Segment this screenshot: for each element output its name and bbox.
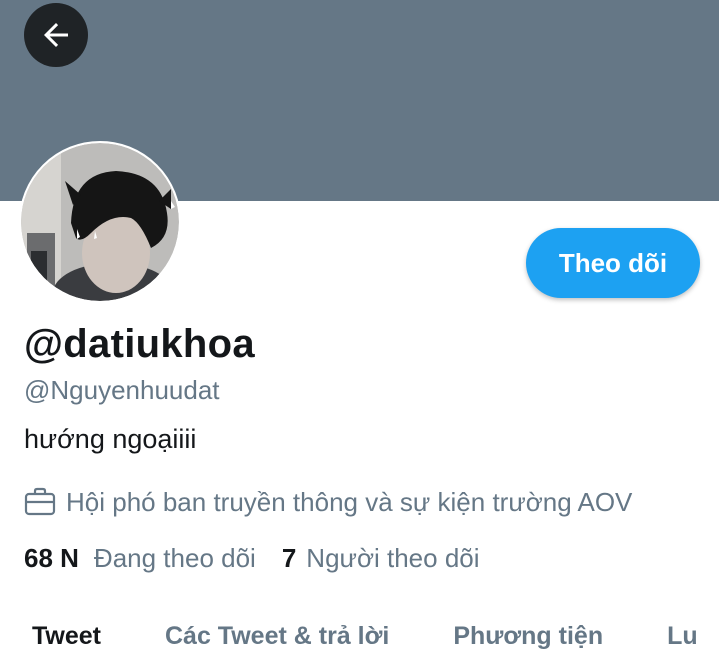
following-label[interactable]: Đang theo dõi — [94, 543, 256, 574]
followers-label[interactable]: Người theo dõi — [306, 543, 479, 574]
profile-bio: hướng ngoạiiii — [24, 424, 197, 454]
arrow-left-icon — [44, 23, 68, 47]
tab-tweets[interactable]: Tweet — [32, 610, 101, 651]
follow-button[interactable]: Theo dõi — [526, 228, 700, 298]
profile-handle: @Nguyenhuudat — [24, 375, 220, 405]
avatar-photo — [21, 143, 179, 301]
follow-stats: 68 N Đang theo dõi 7 Người theo dõi — [24, 543, 480, 574]
tab-tweets-replies[interactable]: Các Tweet & trả lời — [165, 610, 389, 651]
followers-count[interactable]: 7 — [282, 543, 296, 574]
following-count[interactable]: 68 N — [24, 543, 79, 574]
back-button[interactable] — [24, 3, 88, 67]
tab-likes[interactable]: Lu — [667, 610, 698, 651]
job-text: Hội phó ban truyền thông và sự kiện trườ… — [66, 486, 633, 517]
tab-media[interactable]: Phương tiện — [453, 610, 603, 651]
job-row: Hội phó ban truyền thông và sự kiện trườ… — [24, 484, 632, 520]
avatar[interactable] — [19, 141, 181, 303]
briefcase-icon — [24, 487, 56, 516]
profile-tabs: Tweet Các Tweet & trả lời Phương tiện Lu — [0, 610, 719, 668]
display-name: @datiukhoa — [24, 322, 255, 366]
